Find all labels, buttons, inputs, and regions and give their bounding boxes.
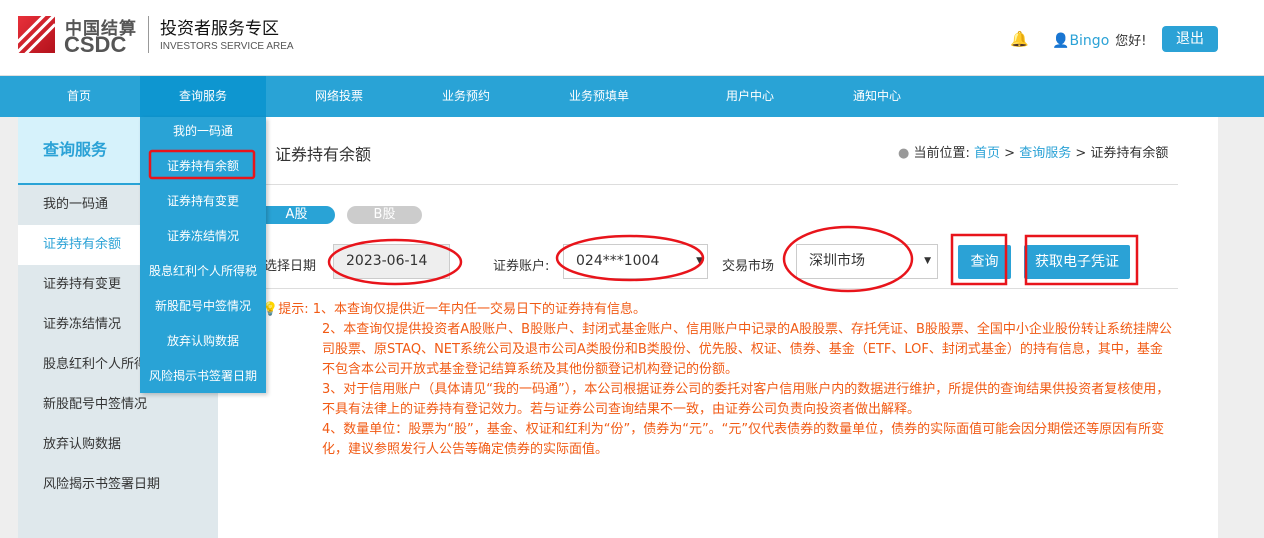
annotation-rect (950, 233, 1008, 286)
annotation-rect (148, 149, 256, 180)
annotation-ellipse (555, 234, 705, 282)
annotation-ellipse (327, 238, 463, 286)
annotation-layer (148, 149, 1139, 293)
annotation-rect (1024, 234, 1139, 286)
annotation-ellipse (782, 225, 914, 293)
